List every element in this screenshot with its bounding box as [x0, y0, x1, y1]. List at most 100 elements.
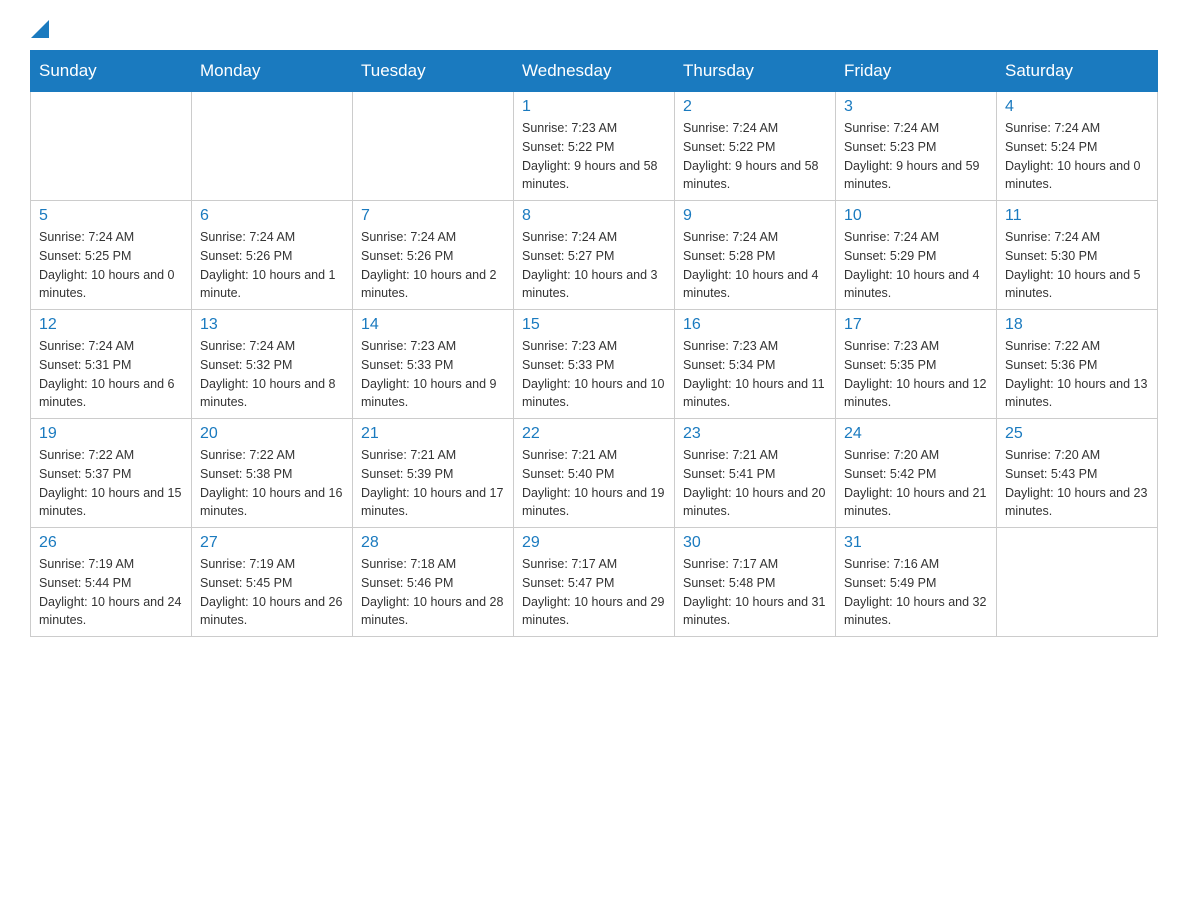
day-info: Sunrise: 7:22 AMSunset: 5:37 PMDaylight:…: [39, 446, 183, 521]
calendar-body: 1 Sunrise: 7:23 AMSunset: 5:22 PMDaylight…: [31, 92, 1158, 637]
day-number: 29: [522, 534, 666, 552]
calendar-cell: 6 Sunrise: 7:24 AMSunset: 5:26 PMDaylight…: [192, 201, 353, 310]
day-header-wednesday: Wednesday: [514, 51, 675, 92]
day-info: Sunrise: 7:24 AMSunset: 5:23 PMDaylight:…: [844, 119, 988, 194]
day-info: Sunrise: 7:24 AMSunset: 5:31 PMDaylight:…: [39, 337, 183, 412]
calendar-cell: 30Sunrise: 7:17 AMSunset: 5:48 PMDayligh…: [675, 528, 836, 637]
calendar-cell: [31, 92, 192, 201]
calendar-cell: 4Sunrise: 7:24 AMSunset: 5:24 PMDaylight…: [997, 92, 1158, 201]
calendar-cell: 1 Sunrise: 7:23 AMSunset: 5:22 PMDaylight…: [514, 92, 675, 201]
day-number: 3: [844, 98, 988, 116]
calendar-cell: 19 Sunrise: 7:22 AMSunset: 5:37 PMDayligh…: [31, 419, 192, 528]
day-info: Sunrise: 7:23 AMSunset: 5:22 PMDaylight:…: [522, 119, 666, 194]
day-number: 2: [683, 98, 827, 116]
day-number: 11: [1005, 207, 1149, 225]
day-number: 5: [39, 207, 183, 225]
day-info: Sunrise: 7:24 AMSunset: 5:30 PMDaylight:…: [1005, 228, 1149, 303]
calendar-cell: [353, 92, 514, 201]
day-number: 1: [522, 98, 666, 116]
day-info: Sunrise: 7:24 AMSunset: 5:25 PMDaylight:…: [39, 228, 183, 303]
day-info: Sunrise: 7:19 AMSunset: 5:44 PMDaylight:…: [39, 555, 183, 630]
day-number: 8: [522, 207, 666, 225]
day-info: Sunrise: 7:20 AMSunset: 5:42 PMDaylight:…: [844, 446, 988, 521]
day-number: 6: [200, 207, 344, 225]
day-info: Sunrise: 7:18 AMSunset: 5:46 PMDaylight:…: [361, 555, 505, 630]
day-info: Sunrise: 7:21 AMSunset: 5:40 PMDaylight:…: [522, 446, 666, 521]
day-number: 26: [39, 534, 183, 552]
day-info: Sunrise: 7:24 AMSunset: 5:28 PMDaylight:…: [683, 228, 827, 303]
day-header-sunday: Sunday: [31, 51, 192, 92]
day-number: 23: [683, 425, 827, 443]
logo-triangle-icon: [31, 20, 49, 38]
day-header-tuesday: Tuesday: [353, 51, 514, 92]
week-row-3: 12 Sunrise: 7:24 AMSunset: 5:31 PMDayligh…: [31, 310, 1158, 419]
calendar-header-row: SundayMondayTuesdayWednesdayThursdayFrid…: [31, 51, 1158, 92]
calendar-table: SundayMondayTuesdayWednesdayThursdayFrid…: [30, 50, 1158, 637]
calendar-cell: 8 Sunrise: 7:24 AMSunset: 5:27 PMDaylight…: [514, 201, 675, 310]
calendar-cell: 2 Sunrise: 7:24 AMSunset: 5:22 PMDaylight…: [675, 92, 836, 201]
day-number: 16: [683, 316, 827, 334]
day-info: Sunrise: 7:21 AMSunset: 5:41 PMDaylight:…: [683, 446, 827, 521]
calendar-cell: 24 Sunrise: 7:20 AMSunset: 5:42 PMDayligh…: [836, 419, 997, 528]
day-info: Sunrise: 7:22 AMSunset: 5:38 PMDaylight:…: [200, 446, 344, 521]
calendar-cell: 27 Sunrise: 7:19 AMSunset: 5:45 PMDayligh…: [192, 528, 353, 637]
day-info: Sunrise: 7:24 AMSunset: 5:29 PMDaylight:…: [844, 228, 988, 303]
calendar-cell: 29Sunrise: 7:17 AMSunset: 5:47 PMDayligh…: [514, 528, 675, 637]
day-info: Sunrise: 7:23 AMSunset: 5:33 PMDaylight:…: [522, 337, 666, 412]
day-header-friday: Friday: [836, 51, 997, 92]
day-header-monday: Monday: [192, 51, 353, 92]
week-row-4: 19 Sunrise: 7:22 AMSunset: 5:37 PMDayligh…: [31, 419, 1158, 528]
day-info: Sunrise: 7:24 AMSunset: 5:22 PMDaylight:…: [683, 119, 827, 194]
calendar-cell: 9 Sunrise: 7:24 AMSunset: 5:28 PMDaylight…: [675, 201, 836, 310]
calendar-cell: 22Sunrise: 7:21 AMSunset: 5:40 PMDayligh…: [514, 419, 675, 528]
calendar-cell: 26 Sunrise: 7:19 AMSunset: 5:44 PMDayligh…: [31, 528, 192, 637]
calendar-cell: 11 Sunrise: 7:24 AMSunset: 5:30 PMDayligh…: [997, 201, 1158, 310]
day-info: Sunrise: 7:17 AMSunset: 5:48 PMDaylight:…: [683, 555, 827, 630]
day-number: 24: [844, 425, 988, 443]
day-number: 18: [1005, 316, 1149, 334]
calendar-cell: 13 Sunrise: 7:24 AMSunset: 5:32 PMDayligh…: [192, 310, 353, 419]
day-number: 28: [361, 534, 505, 552]
calendar-cell: 3 Sunrise: 7:24 AMSunset: 5:23 PMDaylight…: [836, 92, 997, 201]
day-info: Sunrise: 7:22 AMSunset: 5:36 PMDaylight:…: [1005, 337, 1149, 412]
day-number: 15: [522, 316, 666, 334]
day-info: Sunrise: 7:16 AMSunset: 5:49 PMDaylight:…: [844, 555, 988, 630]
calendar-cell: 31 Sunrise: 7:16 AMSunset: 5:49 PMDayligh…: [836, 528, 997, 637]
day-info: Sunrise: 7:23 AMSunset: 5:34 PMDaylight:…: [683, 337, 827, 412]
calendar-cell: [192, 92, 353, 201]
calendar-cell: 18 Sunrise: 7:22 AMSunset: 5:36 PMDayligh…: [997, 310, 1158, 419]
day-info: Sunrise: 7:19 AMSunset: 5:45 PMDaylight:…: [200, 555, 344, 630]
page-header: [30, 20, 1158, 40]
day-number: 13: [200, 316, 344, 334]
day-info: Sunrise: 7:24 AMSunset: 5:26 PMDaylight:…: [200, 228, 344, 303]
day-info: Sunrise: 7:24 AMSunset: 5:27 PMDaylight:…: [522, 228, 666, 303]
calendar-cell: 7Sunrise: 7:24 AMSunset: 5:26 PMDaylight…: [353, 201, 514, 310]
day-number: 21: [361, 425, 505, 443]
week-row-2: 5 Sunrise: 7:24 AMSunset: 5:25 PMDaylight…: [31, 201, 1158, 310]
day-number: 27: [200, 534, 344, 552]
day-number: 31: [844, 534, 988, 552]
calendar-cell: [997, 528, 1158, 637]
day-number: 19: [39, 425, 183, 443]
day-number: 17: [844, 316, 988, 334]
day-header-saturday: Saturday: [997, 51, 1158, 92]
day-number: 20: [200, 425, 344, 443]
day-number: 9: [683, 207, 827, 225]
week-row-1: 1 Sunrise: 7:23 AMSunset: 5:22 PMDaylight…: [31, 92, 1158, 201]
calendar-cell: 15 Sunrise: 7:23 AMSunset: 5:33 PMDayligh…: [514, 310, 675, 419]
day-info: Sunrise: 7:24 AMSunset: 5:32 PMDaylight:…: [200, 337, 344, 412]
day-number: 4: [1005, 98, 1149, 116]
day-number: 14: [361, 316, 505, 334]
day-number: 7: [361, 207, 505, 225]
day-info: Sunrise: 7:20 AMSunset: 5:43 PMDaylight:…: [1005, 446, 1149, 521]
day-number: 12: [39, 316, 183, 334]
calendar-cell: 5 Sunrise: 7:24 AMSunset: 5:25 PMDaylight…: [31, 201, 192, 310]
day-header-thursday: Thursday: [675, 51, 836, 92]
day-info: Sunrise: 7:21 AMSunset: 5:39 PMDaylight:…: [361, 446, 505, 521]
calendar-cell: 14 Sunrise: 7:23 AMSunset: 5:33 PMDayligh…: [353, 310, 514, 419]
day-number: 25: [1005, 425, 1149, 443]
calendar-cell: 20 Sunrise: 7:22 AMSunset: 5:38 PMDayligh…: [192, 419, 353, 528]
calendar-cell: 21 Sunrise: 7:21 AMSunset: 5:39 PMDayligh…: [353, 419, 514, 528]
day-info: Sunrise: 7:23 AMSunset: 5:33 PMDaylight:…: [361, 337, 505, 412]
calendar-cell: 25 Sunrise: 7:20 AMSunset: 5:43 PMDayligh…: [997, 419, 1158, 528]
